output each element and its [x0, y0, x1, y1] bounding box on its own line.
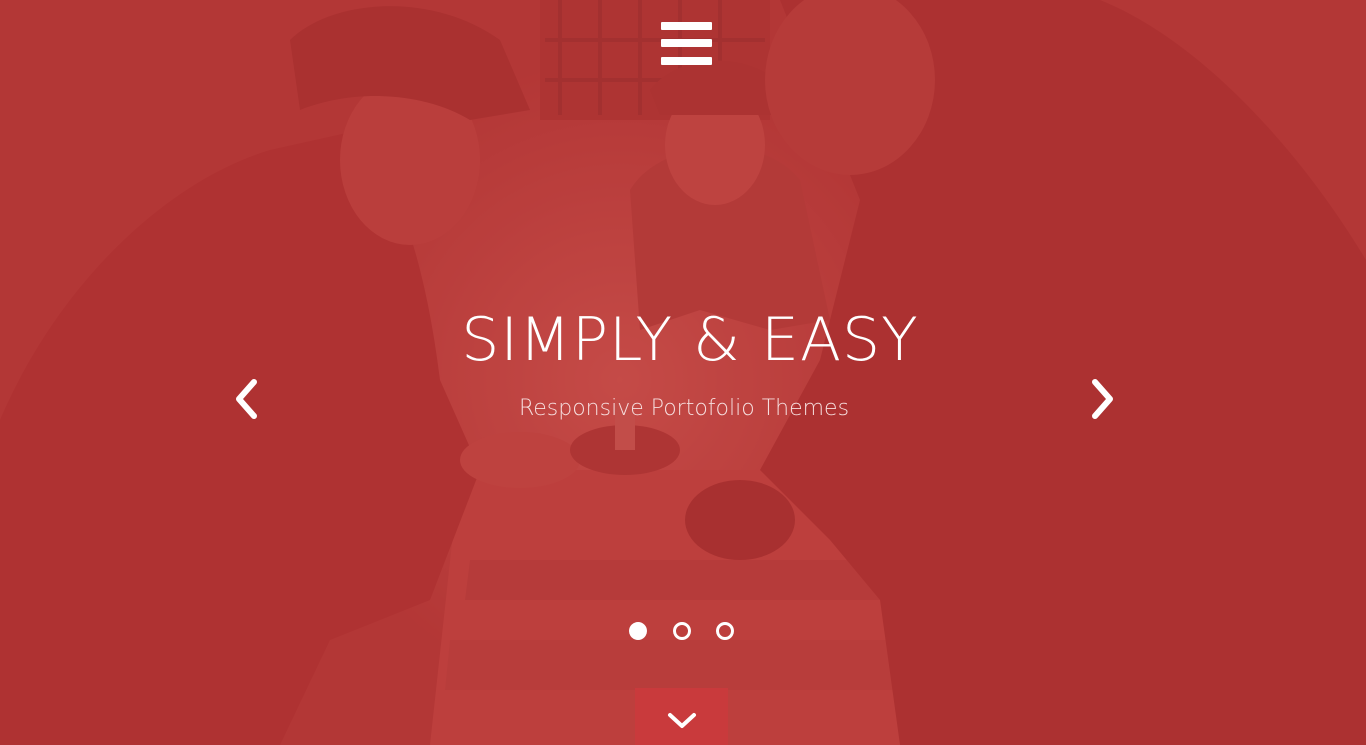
carousel-next-button[interactable]	[1087, 378, 1117, 420]
chevron-right-icon	[1092, 379, 1113, 419]
slide-subtitle: Responsive Portofolio Themes	[518, 396, 850, 421]
chevron-left-icon	[236, 379, 257, 419]
slide-title: SIMPLY & EASY	[461, 305, 919, 375]
carousel-dot-3[interactable]	[716, 622, 734, 640]
carousel-dot-2[interactable]	[673, 622, 691, 640]
hamburger-menu-button[interactable]	[658, 20, 714, 70]
chevron-down-icon	[668, 713, 696, 728]
carousel-dot-1[interactable]	[629, 622, 647, 640]
hero-section: SIMPLY & EASY Responsive Portofolio Them…	[0, 0, 1366, 745]
scroll-down-button[interactable]	[635, 688, 728, 745]
hamburger-menu-icon-bar	[661, 39, 712, 47]
carousel-prev-button[interactable]	[232, 378, 262, 420]
hamburger-menu-icon-bar	[661, 57, 712, 65]
carousel-indicators	[629, 622, 739, 640]
hamburger-menu-icon	[661, 22, 712, 30]
